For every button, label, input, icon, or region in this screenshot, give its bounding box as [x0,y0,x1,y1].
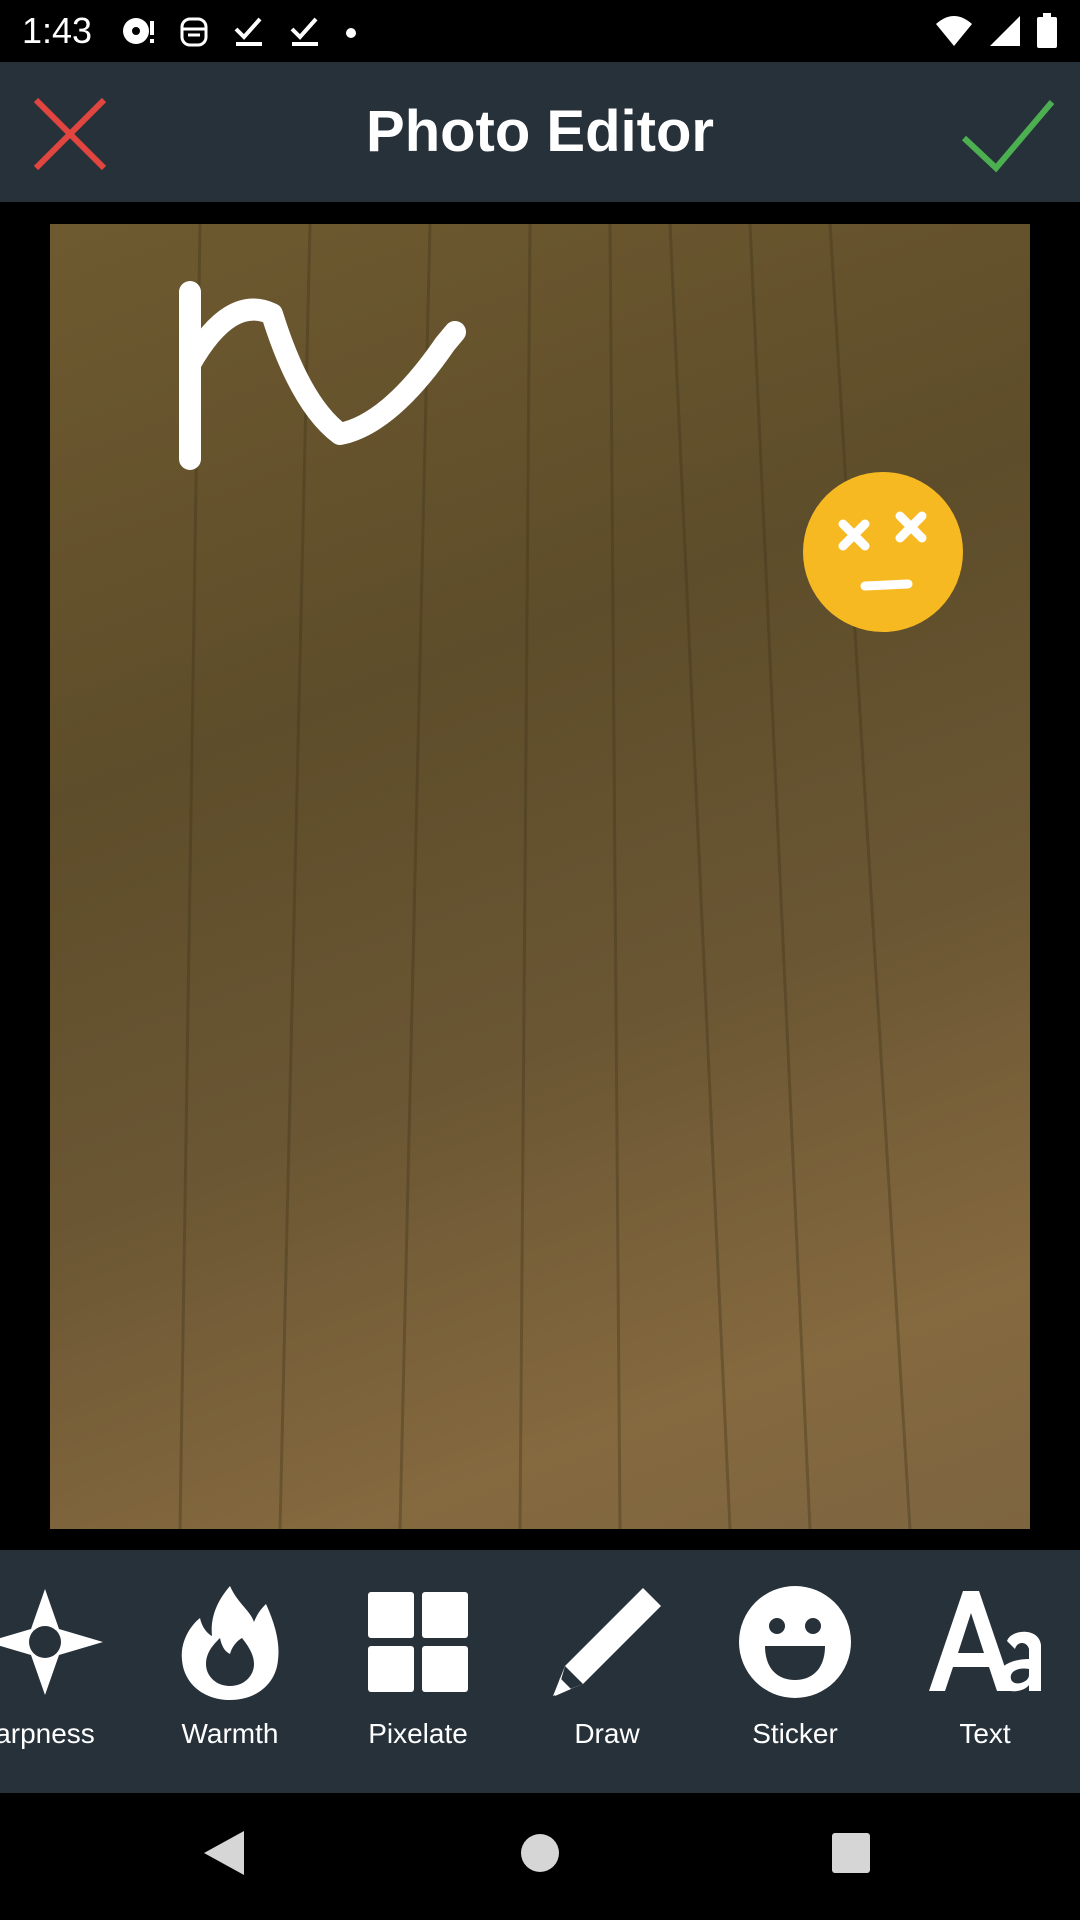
tool-label: arpness [0,1718,95,1749]
sharpness-icon [0,1578,130,1706]
home-icon [521,1834,559,1872]
recents-icon [832,1833,870,1873]
dot-icon [344,13,358,49]
text-icon [900,1578,1070,1706]
pencil-icon [522,1578,692,1706]
tool-label: Pixelate [368,1718,468,1749]
battery-icon [1036,13,1058,49]
tool-draw[interactable]: Draw [522,1578,692,1778]
recents-button[interactable] [830,1829,872,1882]
status-time: 1:43 [22,10,93,51]
status-bar: 1:43 [0,0,1080,62]
tool-bar: arpness Warmth Pixelate Draw Sticker Tex… [0,1550,1080,1793]
dizzy-face-sticker[interactable] [803,472,963,632]
tool-pixelate[interactable]: Pixelate [333,1578,503,1778]
photo-preview[interactable] [50,224,1030,1529]
confirm-button[interactable] [958,94,1058,174]
download-done-icon [288,13,322,49]
app-bar: Photo Editor [0,62,1080,202]
notification-icons [120,10,358,52]
editor-canvas [0,202,1080,1550]
media-icon [120,13,156,49]
tool-label: Text [959,1718,1011,1749]
signal-icon [988,14,1022,48]
tool-text[interactable]: Text [900,1578,1070,1778]
grid-icon [333,1578,503,1706]
android-icon [178,13,210,49]
tool-label: Warmth [181,1718,279,1749]
page-title: Photo Editor [366,99,714,164]
home-button[interactable] [520,1829,560,1882]
system-icons [934,10,1058,52]
back-button[interactable] [202,1829,246,1882]
check-icon [961,100,1055,173]
tool-label: Sticker [752,1718,838,1749]
download-done-icon [232,13,266,49]
flame-icon [145,1578,315,1706]
back-icon [204,1831,244,1875]
tool-sticker[interactable]: Sticker [710,1578,880,1778]
tool-warmth[interactable]: Warmth [145,1578,315,1778]
smiley-icon [710,1578,880,1706]
tool-sharpness[interactable]: arpness [0,1578,130,1778]
navigation-bar [0,1793,1080,1920]
wifi-icon [934,14,974,48]
freehand-drawing[interactable] [179,281,466,470]
tool-label: Draw [574,1718,640,1749]
